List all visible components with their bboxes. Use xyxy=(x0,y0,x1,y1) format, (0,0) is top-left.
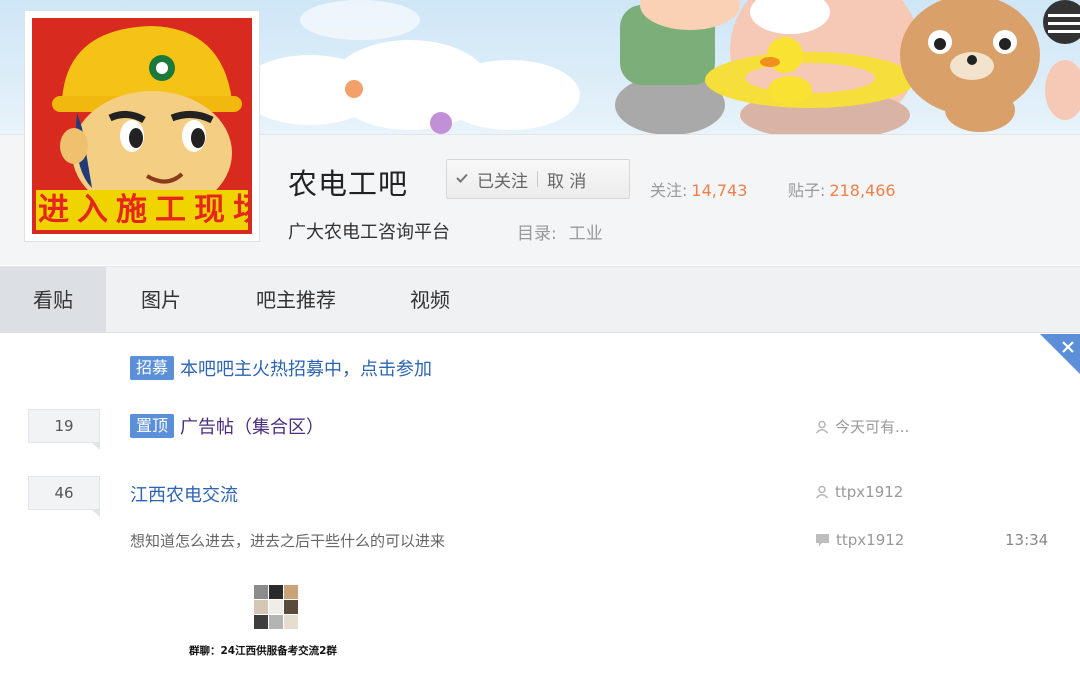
worker-cartoon-icon xyxy=(52,26,242,215)
divider xyxy=(537,171,538,187)
reply-time: 13:34 xyxy=(1005,531,1049,549)
cartoon-illustration xyxy=(615,0,1080,134)
followers-count: 14,743 xyxy=(691,181,748,200)
close-icon[interactable] xyxy=(1040,334,1080,374)
check-icon xyxy=(447,171,477,187)
posts-label: 贴子: xyxy=(788,181,826,200)
follow-button[interactable]: 已关注 取 消 xyxy=(446,159,630,199)
thread-title[interactable]: 本吧吧主火热招募中，点击参加 xyxy=(180,359,432,380)
author-name[interactable]: ttpx1912 xyxy=(835,483,903,501)
thread-list: 招募 本吧吧主火热招募中，点击参加 19 置顶 广告帖（集合区） 今天可有... 4… xyxy=(0,334,1080,677)
unfollow-button[interactable]: 取 消 xyxy=(547,167,586,192)
thread-title[interactable]: 广告帖（集合区） xyxy=(180,417,324,438)
forum-title: 农电工吧 xyxy=(288,167,409,201)
thread-author: 今天可有... xyxy=(815,416,909,437)
catalog: 目录: 工业 xyxy=(517,219,603,244)
author-name[interactable]: 今天可有... xyxy=(835,416,909,437)
thread-title[interactable]: 江西农电交流 xyxy=(130,485,238,506)
reply-count: 19 xyxy=(28,409,100,450)
reply-count: 46 xyxy=(28,476,100,517)
pinned-tag: 置顶 xyxy=(130,414,175,438)
recruit-tag: 招募 xyxy=(130,356,175,380)
group-avatar-grid xyxy=(253,584,299,630)
posts-count: 218,466 xyxy=(829,181,896,200)
user-icon xyxy=(815,485,829,499)
tab-recommended[interactable]: 吧主推荐 xyxy=(236,267,356,333)
logo-image: 进入施工现场 xyxy=(32,18,252,234)
followers-stat: 关注: 14,743 xyxy=(650,177,747,201)
followed-label: 已关注 xyxy=(477,171,528,192)
comment-icon xyxy=(816,534,829,546)
logo-caption: 进入施工现场 xyxy=(36,190,248,230)
forum-slogan: 广大农电工咨询平台 xyxy=(288,222,450,243)
thread-author: ttpx1912 xyxy=(815,483,903,501)
thread-image[interactable] xyxy=(253,584,299,630)
tab-posts[interactable]: 看贴 xyxy=(0,267,106,333)
catalog-label: 目录: xyxy=(517,224,557,244)
posts-stat: 贴子: 218,466 xyxy=(788,177,896,201)
user-icon xyxy=(815,420,829,434)
followers-label: 关注: xyxy=(650,181,688,200)
list-item[interactable]: 江西农电交流 xyxy=(130,481,238,507)
forum-logo[interactable]: 进入施工现场 xyxy=(24,10,260,242)
image-caption: 群聊：24江西供服备考交流2群 xyxy=(189,645,337,657)
catalog-link[interactable]: 工业 xyxy=(569,224,603,244)
thread-excerpt: 想知道怎么进去，进去之后干些什么的可以进来 xyxy=(130,532,446,550)
last-reply: ttpx1912 xyxy=(815,531,904,549)
list-item[interactable]: 招募 本吧吧主火热招募中，点击参加 xyxy=(130,355,432,381)
last-replier-name[interactable]: ttpx1912 xyxy=(836,531,904,549)
list-item[interactable]: 置顶 广告帖（集合区） xyxy=(130,413,324,439)
tab-bar: 看贴 图片 吧主推荐 视频 xyxy=(0,266,1080,333)
tab-images[interactable]: 图片 xyxy=(114,267,208,333)
tab-videos[interactable]: 视频 xyxy=(388,267,472,333)
